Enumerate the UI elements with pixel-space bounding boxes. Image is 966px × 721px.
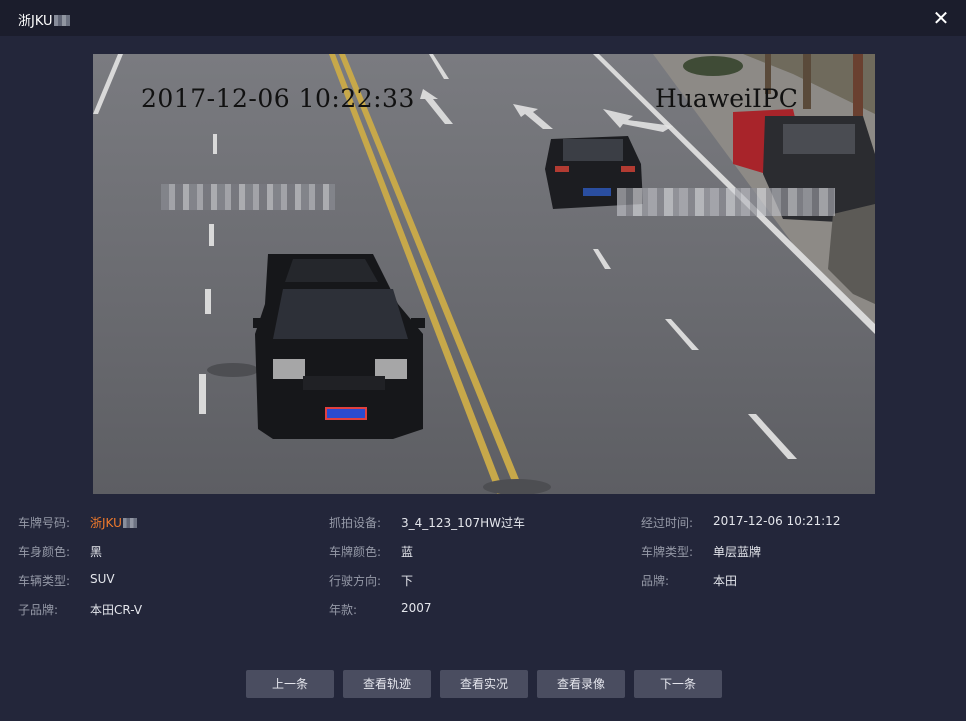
sub-brand-label: 子品牌: [18,603,59,617]
photo-timestamp: 2017-12-06 10:22:33 [141,84,415,113]
view-track-button[interactable]: 查看轨迹 [343,670,431,698]
prev-record-button[interactable]: 上一条 [246,670,334,698]
brand-value: 本田 [713,574,738,588]
capture-device-label: 抓拍设备: [329,516,382,530]
camera-label: HuaweiIPC [655,84,798,113]
window-title-text: 浙JKU [18,14,53,29]
model-year-label: 年款: [329,603,358,617]
plate-number-text: 浙JKU [90,516,122,530]
plate-number-value: 浙JKU [90,514,137,531]
info-row: 车牌号码: 浙JKU 抓拍设备: 3_4_123_107HW过车 经过时间: 2… [0,514,966,536]
window-title: 浙JKU [18,10,70,29]
mosaic-overlay-right [617,188,835,216]
info-row: 车身颜色: 黑 车牌颜色: 蓝 车牌类型: 单层蓝牌 [0,543,966,565]
info-row: 车辆类型: SUV 行驶方向: 下 品牌: 本田 [0,572,966,594]
direction-value: 下 [401,574,414,588]
plate-color-label: 车牌颜色: [329,545,382,559]
plate-type-value: 单层蓝牌 [713,545,762,559]
body-color-label: 车身颜色: [18,545,71,559]
vehicle-type-value: SUV [90,572,115,586]
capture-photo: 2017-12-06 10:22:33 HuaweiIPC [93,54,875,494]
plate-mosaic-icon [53,15,70,26]
direction-label: 行驶方向: [329,574,382,588]
plate-type-label: 车牌类型: [641,545,694,559]
view-live-button[interactable]: 查看实况 [440,670,528,698]
pass-time-label: 经过时间: [641,516,694,530]
close-icon[interactable]: ✕ [930,7,952,29]
plate-color-value: 蓝 [401,545,414,559]
body-color-value: 黑 [90,545,103,559]
model-year-value: 2007 [401,601,432,615]
view-recording-button[interactable]: 查看录像 [537,670,625,698]
mosaic-overlay-left [161,184,335,210]
capture-device-value: 3_4_123_107HW过车 [401,516,525,530]
plate-mosaic-icon [122,518,137,528]
brand-label: 品牌: [641,574,670,588]
pass-time-value: 2017-12-06 10:21:12 [713,514,841,528]
road-scene-image [93,54,875,494]
next-record-button[interactable]: 下一条 [634,670,722,698]
plate-number-label: 车牌号码: [18,516,71,530]
sub-brand-value: 本田CR-V [90,603,143,617]
info-row: 子品牌: 本田CR-V 年款: 2007 [0,601,966,623]
vehicle-type-label: 车辆类型: [18,574,71,588]
title-bar: 浙JKU ✕ [0,0,966,36]
